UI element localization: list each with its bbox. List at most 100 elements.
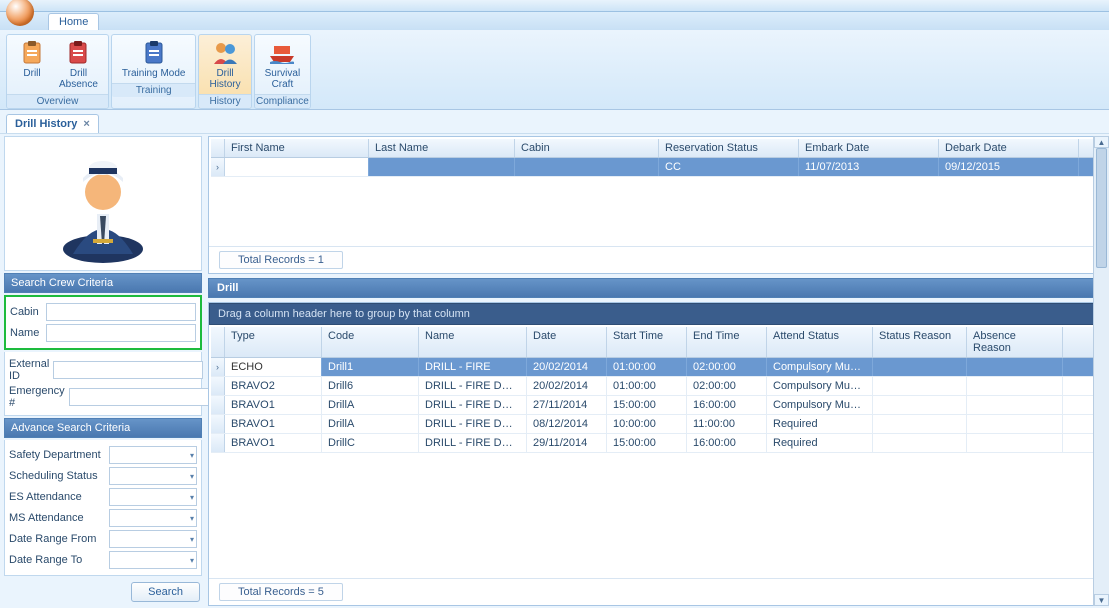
people-icon xyxy=(211,39,239,67)
drill-grid-header: Type Code Name Date Start Time End Time … xyxy=(211,327,1102,358)
scroll-up-icon[interactable]: ▲ xyxy=(1094,136,1109,148)
close-icon[interactable]: × xyxy=(83,118,89,130)
scheduling-status-combo[interactable]: ▾ xyxy=(109,467,197,485)
external-id-input[interactable] xyxy=(53,361,203,379)
ms-attendance-combo[interactable]: ▾ xyxy=(109,509,197,527)
col-cabin[interactable]: Cabin xyxy=(515,139,659,157)
col-debark[interactable]: Debark Date xyxy=(939,139,1079,157)
ribbon-btn-drill-absence[interactable]: Drill Absence xyxy=(53,37,104,92)
cell xyxy=(873,396,967,414)
cell: BRAVO1 xyxy=(225,434,322,452)
field-label: Date Range To xyxy=(9,554,105,566)
clipboard-icon-blue xyxy=(140,39,168,67)
group-by-hint[interactable]: Drag a column header here to group by th… xyxy=(209,303,1104,325)
col-type[interactable]: Type xyxy=(225,327,322,357)
cell: DrillA xyxy=(322,396,419,414)
col-date[interactable]: Date xyxy=(527,327,607,357)
row-handle[interactable]: › xyxy=(211,358,225,376)
safety-department-combo[interactable]: ▾ xyxy=(109,446,197,464)
vertical-scrollbar[interactable]: ▲ ▼ xyxy=(1093,136,1109,606)
ribbon-btn-drill-history[interactable]: Drill History xyxy=(203,37,246,92)
cell-status: CC xyxy=(659,158,799,176)
drill-grid-row[interactable]: BRAVO1DrillADRILL - FIRE DRILL ...27/11/… xyxy=(211,396,1102,415)
cell: 20/02/2014 xyxy=(527,358,607,376)
field-label: Safety Department xyxy=(9,449,105,461)
crew-grid-footer: Total Records = 1 xyxy=(209,246,1104,273)
row-handle[interactable] xyxy=(211,434,225,452)
date-range-from-combo[interactable]: ▾ xyxy=(109,530,197,548)
right-panel: First Name Last Name Cabin Reservation S… xyxy=(208,136,1105,606)
cell: 02:00:00 xyxy=(687,358,767,376)
field-row-emergency-: Emergency # xyxy=(9,385,197,409)
ribbon-btn-survival-craft[interactable]: Survival Craft xyxy=(259,37,307,92)
ribbon-group-training: Training Mode Training xyxy=(111,34,197,109)
row-handle[interactable]: › xyxy=(211,158,225,176)
ribbon-btn-training-mode[interactable]: Training Mode xyxy=(116,37,192,81)
crew-grid: First Name Last Name Cabin Reservation S… xyxy=(208,136,1105,274)
drill-grid-row[interactable]: BRAVO2Drill6DRILL - FIRE DRILL20/02/2014… xyxy=(211,377,1102,396)
avatar xyxy=(4,136,202,271)
drill-grid-row[interactable]: BRAVO1DrillCDRILL - FIRE DRILL ...29/11/… xyxy=(211,434,1102,453)
cell: 16:00:00 xyxy=(687,396,767,414)
field-label: External ID xyxy=(9,358,49,382)
cell: 01:00:00 xyxy=(607,358,687,376)
field-label: ES Attendance xyxy=(9,491,105,503)
ribbon-group-label: Training xyxy=(112,83,196,97)
ribbon: DrillDrill AbsenceOverviewTraining ModeT… xyxy=(0,30,1109,110)
cell: 15:00:00 xyxy=(607,396,687,414)
ribbon-btn-drill[interactable]: Drill xyxy=(11,37,53,92)
emergency--input[interactable] xyxy=(69,388,219,406)
col-attend[interactable]: Attend Status xyxy=(767,327,873,357)
search-secondary-fields: External ID Emergency # xyxy=(4,352,202,416)
col-last-name[interactable]: Last Name xyxy=(369,139,515,157)
col-absence-reason[interactable]: Absence Reason xyxy=(967,327,1063,357)
col-first-name[interactable]: First Name xyxy=(225,139,369,157)
cell: 08/12/2014 xyxy=(527,415,607,433)
row-handle[interactable] xyxy=(211,396,225,414)
col-embark[interactable]: Embark Date xyxy=(799,139,939,157)
cell xyxy=(967,434,1063,452)
col-status-reason[interactable]: Status Reason xyxy=(873,327,967,357)
col-res-status[interactable]: Reservation Status xyxy=(659,139,799,157)
chevron-down-icon: ▾ xyxy=(190,514,194,523)
cell: 15:00:00 xyxy=(607,434,687,452)
col-end[interactable]: End Time xyxy=(687,327,767,357)
cell: Required xyxy=(767,415,873,433)
col-start[interactable]: Start Time xyxy=(607,327,687,357)
es-attendance-combo[interactable]: ▾ xyxy=(109,488,197,506)
crew-grid-row[interactable]: › CC 11/07/2013 09/12/2015 xyxy=(211,158,1102,177)
cell: 10:00:00 xyxy=(607,415,687,433)
cell: 01:00:00 xyxy=(607,377,687,395)
panel-header-advance: Advance Search Criteria xyxy=(4,418,202,438)
cell xyxy=(873,377,967,395)
cell: BRAVO1 xyxy=(225,396,322,414)
drill-panel-header: Drill xyxy=(208,278,1105,298)
cell: DRILL - FIRE DRILL xyxy=(419,377,527,395)
cell-debark: 09/12/2015 xyxy=(939,158,1079,176)
cell: BRAVO1 xyxy=(225,415,322,433)
field-row-date-range-from: Date Range From▾ xyxy=(9,530,197,548)
field-row-name: Name xyxy=(10,324,196,342)
row-handle[interactable] xyxy=(211,377,225,395)
col-name[interactable]: Name xyxy=(419,327,527,357)
scroll-thumb[interactable] xyxy=(1096,148,1107,268)
date-range-to-combo[interactable]: ▾ xyxy=(109,551,197,569)
drill-grid-row[interactable]: ›ECHODrill1DRILL - FIRE20/02/201401:00:0… xyxy=(211,358,1102,377)
name-input[interactable] xyxy=(46,324,196,342)
cell-last-name xyxy=(369,158,515,176)
ribbon-btn-label: Survival Craft xyxy=(265,68,301,90)
cabin-input[interactable] xyxy=(46,303,196,321)
doc-tab-label: Drill History xyxy=(15,118,77,130)
ribbon-tabstrip: Home xyxy=(0,12,1109,30)
drill-grid-row[interactable]: BRAVO1DrillADRILL - FIRE DRILL ...08/12/… xyxy=(211,415,1102,434)
row-handle-header xyxy=(211,139,225,157)
col-code[interactable]: Code xyxy=(322,327,419,357)
cell: ECHO xyxy=(225,358,322,376)
tab-home[interactable]: Home xyxy=(48,13,99,30)
doc-tab-drill-history[interactable]: Drill History × xyxy=(6,114,99,133)
field-label: Cabin xyxy=(10,306,42,318)
cell xyxy=(967,415,1063,433)
search-button[interactable]: Search xyxy=(131,582,200,602)
scroll-down-icon[interactable]: ▼ xyxy=(1094,594,1109,606)
row-handle[interactable] xyxy=(211,415,225,433)
